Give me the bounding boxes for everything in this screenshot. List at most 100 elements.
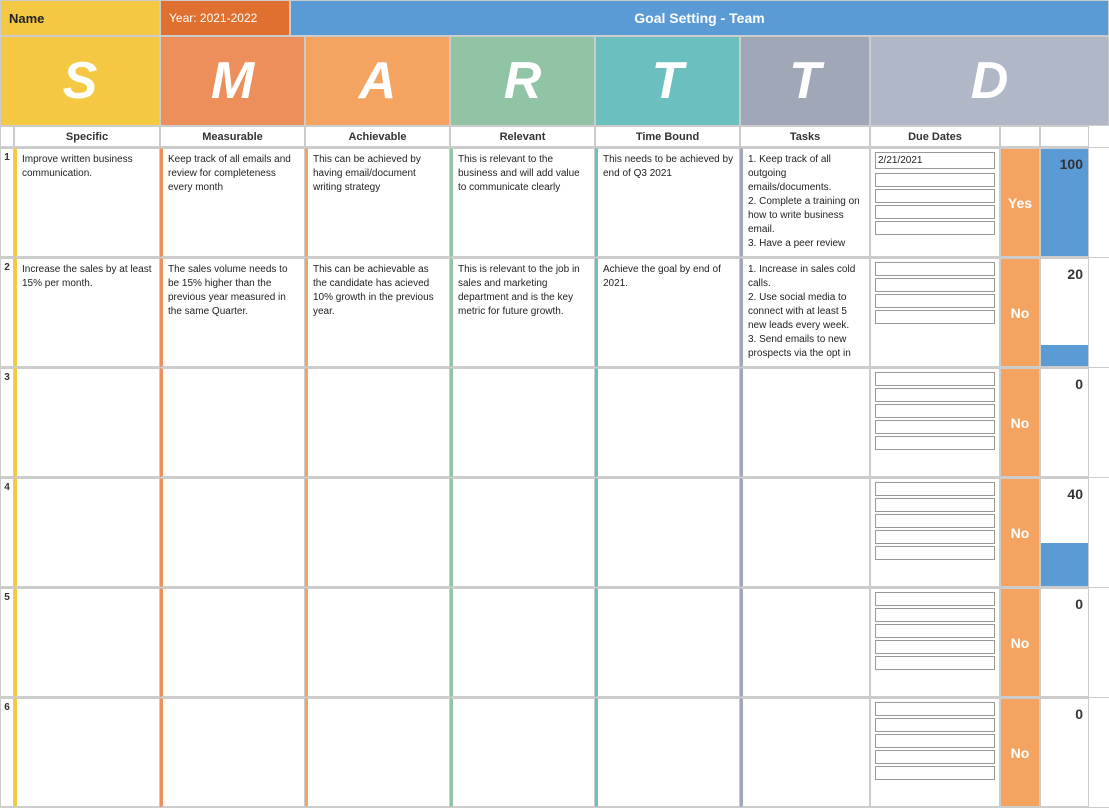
percent-cell: 0 bbox=[1040, 588, 1089, 697]
due-date-line[interactable] bbox=[875, 420, 995, 434]
specific-cell[interactable]: Increase the sales by at least 15% per m… bbox=[14, 258, 160, 367]
due-dates-cell[interactable] bbox=[870, 698, 1000, 807]
percent-bar bbox=[1041, 543, 1088, 586]
due-date-line[interactable] bbox=[875, 624, 995, 638]
percent-value: 40 bbox=[1046, 486, 1083, 502]
achieved-cell: Yes bbox=[1000, 148, 1040, 257]
achievable-cell[interactable] bbox=[305, 368, 450, 477]
achieved-cell: No bbox=[1000, 368, 1040, 477]
achievable-cell[interactable]: This can be achieved by having email/doc… bbox=[305, 148, 450, 257]
specific-cell[interactable] bbox=[14, 588, 160, 697]
specific-cell[interactable] bbox=[14, 368, 160, 477]
due-date-line[interactable] bbox=[875, 482, 995, 496]
timebound-cell[interactable] bbox=[595, 478, 740, 587]
row-number: 4 bbox=[0, 478, 14, 587]
due-date-line[interactable] bbox=[875, 205, 995, 219]
due-date-line[interactable] bbox=[875, 278, 995, 292]
due-date-line[interactable] bbox=[875, 530, 995, 544]
due-dates-cell[interactable] bbox=[870, 258, 1000, 367]
due-date-line[interactable] bbox=[875, 189, 995, 203]
relevant-cell[interactable]: This is relevant to the business and wil… bbox=[450, 148, 595, 257]
due-date-line[interactable] bbox=[875, 262, 995, 276]
col-percent-header bbox=[1040, 126, 1089, 147]
due-dates-cell[interactable] bbox=[870, 478, 1000, 587]
timebound-cell[interactable]: This needs to be achieved by end of Q3 2… bbox=[595, 148, 740, 257]
smart-t2: T bbox=[740, 36, 870, 126]
data-rows-container: 1 Improve written business communication… bbox=[0, 148, 1109, 808]
timebound-cell[interactable] bbox=[595, 698, 740, 807]
due-date-line[interactable] bbox=[875, 514, 995, 528]
table-row: 5 No 0 bbox=[0, 588, 1109, 698]
due-date-value: 2/21/2021 bbox=[875, 152, 995, 169]
due-date-line[interactable] bbox=[875, 656, 995, 670]
due-date-line[interactable] bbox=[875, 404, 995, 418]
smart-s: S bbox=[0, 36, 160, 126]
year-label: Year: 2021-2022 bbox=[169, 11, 257, 25]
measurable-cell[interactable] bbox=[160, 478, 305, 587]
header-row: Name Year: 2021-2022 Goal Setting - Team bbox=[0, 0, 1109, 36]
percent-value: 0 bbox=[1046, 706, 1083, 722]
specific-cell[interactable]: Improve written business communication. bbox=[14, 148, 160, 257]
tasks-cell[interactable]: 1. Keep track of all outgoing emails/doc… bbox=[740, 148, 870, 257]
tasks-cell[interactable] bbox=[740, 698, 870, 807]
due-date-line[interactable] bbox=[875, 436, 995, 450]
timebound-cell[interactable]: Achieve the goal by end of 2021. bbox=[595, 258, 740, 367]
due-date-line[interactable] bbox=[875, 546, 995, 560]
smart-t1: T bbox=[595, 36, 740, 126]
col-achievable-header: Achievable bbox=[305, 126, 450, 147]
due-date-line[interactable] bbox=[875, 221, 995, 235]
relevant-cell[interactable] bbox=[450, 588, 595, 697]
measurable-cell[interactable]: Keep track of all emails and review for … bbox=[160, 148, 305, 257]
column-header-row: Specific Measurable Achievable Relevant … bbox=[0, 126, 1109, 148]
relevant-cell[interactable] bbox=[450, 368, 595, 477]
col-num-header bbox=[0, 126, 14, 147]
timebound-cell[interactable] bbox=[595, 588, 740, 697]
measurable-cell[interactable] bbox=[160, 368, 305, 477]
due-date-line[interactable] bbox=[875, 718, 995, 732]
due-date-line[interactable] bbox=[875, 372, 995, 386]
specific-cell[interactable] bbox=[14, 478, 160, 587]
due-date-line[interactable] bbox=[875, 388, 995, 402]
due-date-line[interactable] bbox=[875, 498, 995, 512]
measurable-cell[interactable] bbox=[160, 588, 305, 697]
percent-value: 0 bbox=[1046, 376, 1083, 392]
specific-cell[interactable] bbox=[14, 698, 160, 807]
name-cell: Name bbox=[0, 0, 160, 36]
percent-value: 20 bbox=[1046, 266, 1083, 282]
due-date-line[interactable] bbox=[875, 608, 995, 622]
due-date-line[interactable] bbox=[875, 294, 995, 308]
due-date-line[interactable] bbox=[875, 766, 995, 780]
due-dates-cell[interactable] bbox=[870, 368, 1000, 477]
tasks-cell[interactable] bbox=[740, 478, 870, 587]
achievable-cell[interactable]: This can be achievable as the candidate … bbox=[305, 258, 450, 367]
smart-r: R bbox=[450, 36, 595, 126]
row-number: 3 bbox=[0, 368, 14, 477]
tasks-cell[interactable] bbox=[740, 368, 870, 477]
relevant-cell[interactable] bbox=[450, 478, 595, 587]
due-dates-cell[interactable]: 2/21/2021 bbox=[870, 148, 1000, 257]
due-date-line[interactable] bbox=[875, 173, 995, 187]
due-date-line[interactable] bbox=[875, 734, 995, 748]
achievable-cell[interactable] bbox=[305, 698, 450, 807]
due-date-line[interactable] bbox=[875, 702, 995, 716]
title-cell: Goal Setting - Team bbox=[290, 0, 1109, 36]
tasks-cell[interactable]: 1. Increase in sales cold calls.2. Use s… bbox=[740, 258, 870, 367]
smart-a: A bbox=[305, 36, 450, 126]
percent-cell: 40 bbox=[1040, 478, 1089, 587]
due-date-line[interactable] bbox=[875, 640, 995, 654]
relevant-cell[interactable] bbox=[450, 698, 595, 807]
tasks-cell[interactable] bbox=[740, 588, 870, 697]
measurable-cell[interactable] bbox=[160, 698, 305, 807]
achievable-cell[interactable] bbox=[305, 478, 450, 587]
relevant-cell[interactable]: This is relevant to the job in sales and… bbox=[450, 258, 595, 367]
timebound-cell[interactable] bbox=[595, 368, 740, 477]
achievable-cell[interactable] bbox=[305, 588, 450, 697]
due-date-line[interactable] bbox=[875, 592, 995, 606]
year-cell: Year: 2021-2022 bbox=[160, 0, 290, 36]
table-row: 6 No 0 bbox=[0, 698, 1109, 808]
due-date-line[interactable] bbox=[875, 310, 995, 324]
due-date-line[interactable] bbox=[875, 750, 995, 764]
measurable-cell[interactable]: The sales volume needs to be 15% higher … bbox=[160, 258, 305, 367]
percent-cell: 20 bbox=[1040, 258, 1089, 367]
due-dates-cell[interactable] bbox=[870, 588, 1000, 697]
